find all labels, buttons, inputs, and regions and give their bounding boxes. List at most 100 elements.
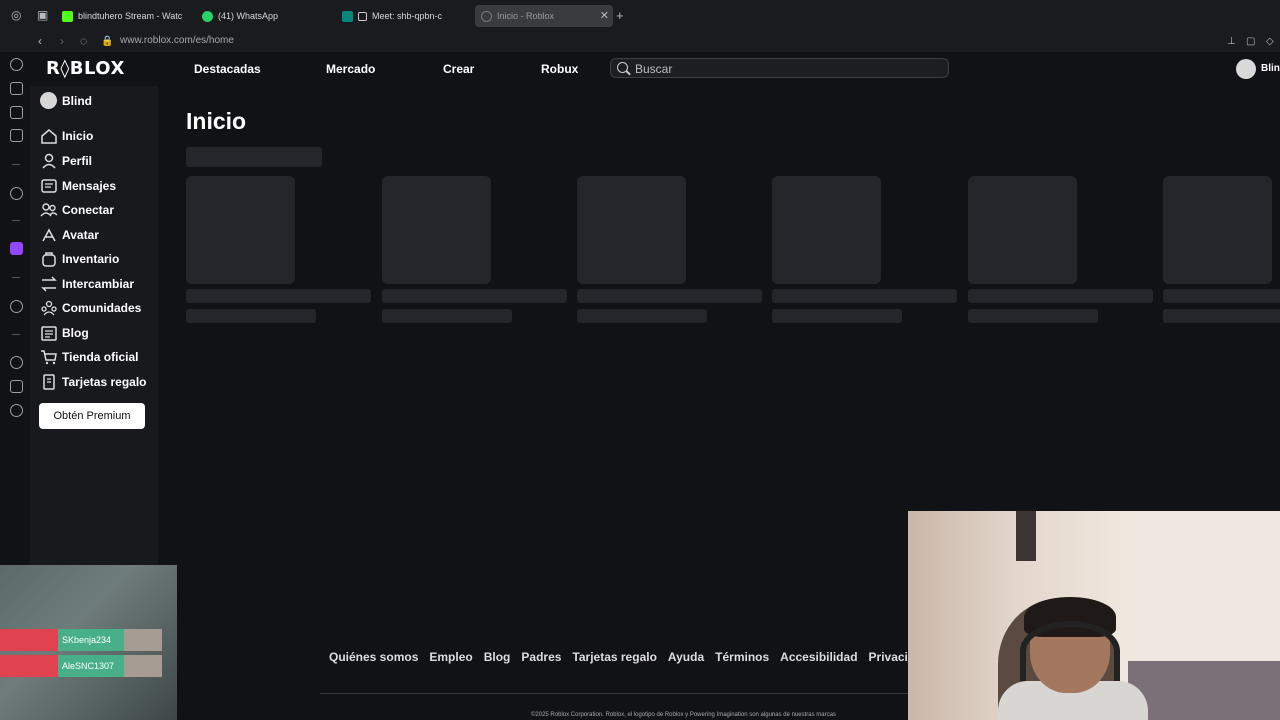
footer-link-terms[interactable]: Términos <box>715 650 769 664</box>
blog-icon <box>41 326 57 341</box>
back-icon[interactable]: ‹ <box>38 34 42 48</box>
footer-link-help[interactable]: Ayuda <box>668 650 704 664</box>
card-title-placeholder <box>577 289 762 303</box>
sidebar-item-label: Blog <box>62 326 89 340</box>
shield-icon[interactable]: ◇ <box>1266 36 1274 47</box>
card-meta-placeholder <box>382 309 512 323</box>
sidebar-item-label: Tarjetas regalo <box>62 375 147 389</box>
twitch-icon[interactable] <box>10 242 23 255</box>
nav-mercado[interactable]: Mercado <box>326 62 375 76</box>
footer-link-blog[interactable]: Blog <box>484 650 511 664</box>
whatsapp-icon <box>202 10 213 22</box>
sidebar-item-intercambiar[interactable]: Intercambiar <box>40 274 134 294</box>
rifle-icon <box>0 655 58 677</box>
tab-label: blindtuhero Stream - Watc <box>78 11 183 21</box>
page-title: Inicio <box>186 108 247 134</box>
nav-robux[interactable]: Robux <box>541 62 578 76</box>
footer-links: Quiénes somos Empleo Blog Padres Tarjeta… <box>329 650 940 664</box>
panel-icon-2[interactable] <box>10 82 23 95</box>
killfeed-row: AleSNC1307 <box>0 655 163 677</box>
panel-divider <box>12 164 20 165</box>
card-title-placeholder <box>968 289 1153 303</box>
messages-icon <box>41 179 57 193</box>
sidebar-item-tienda[interactable]: Tienda oficial <box>40 347 138 367</box>
card-meta-placeholder <box>1163 309 1280 323</box>
settings-icon[interactable] <box>10 404 23 417</box>
tab-roblox-active[interactable]: Inicio - Roblox ✕ <box>475 5 613 27</box>
card-thumbnail-placeholder <box>382 176 491 284</box>
tab-meet[interactable]: Meet: shb-qpbn-c <box>336 5 468 27</box>
sidebar-item-label: Tienda oficial <box>62 350 139 364</box>
play-panel-icon[interactable] <box>10 300 23 313</box>
footer-link-gift-cards[interactable]: Tarjetas regalo <box>572 650 656 664</box>
card-thumbnail-placeholder <box>1163 176 1272 284</box>
card-title-placeholder <box>382 289 567 303</box>
sidebar-item-tarjetas[interactable]: Tarjetas regalo <box>40 372 146 392</box>
section-title-placeholder <box>186 147 322 167</box>
cam-background-frame <box>1016 511 1036 561</box>
sidebar-item-conectar[interactable]: Conectar <box>40 200 114 220</box>
footer-link-accessibility[interactable]: Accesibilidad <box>780 650 857 664</box>
browser-menu-icon[interactable]: ◎ <box>11 8 21 22</box>
loading-icon[interactable]: ◌ <box>80 34 87 48</box>
sidebar-item-avatar[interactable]: Avatar <box>40 225 99 245</box>
nav-crear[interactable]: Crear <box>443 62 474 76</box>
profile-icon <box>42 153 56 169</box>
rifle-icon <box>0 629 58 651</box>
meet-icon <box>342 10 353 22</box>
workspaces-icon[interactable]: ▣ <box>37 8 48 22</box>
headset-icon <box>1020 621 1120 681</box>
panel-divider <box>12 334 20 335</box>
reload-panel-icon[interactable] <box>10 58 23 71</box>
killfeed-player: SKbenja234 <box>58 629 124 651</box>
card-meta-placeholder <box>968 309 1098 323</box>
sidebar-item-inicio[interactable]: Inicio <box>40 126 93 146</box>
avatar[interactable] <box>1236 59 1256 79</box>
user-avatar <box>40 92 57 109</box>
speaker-icon <box>358 11 367 21</box>
search-placeholder: Buscar <box>635 62 673 76</box>
sidebar-item-label: Intercambiar <box>62 277 135 291</box>
panel-icon-3[interactable] <box>10 106 23 119</box>
sidebar-item-perfil[interactable]: Perfil <box>40 151 92 171</box>
nav-destacadas[interactable]: Destacadas <box>194 62 261 76</box>
tab-kick-stream[interactable]: blindtuhero Stream - Watc <box>56 5 188 27</box>
sidebar-item-blog[interactable]: Blog <box>40 323 89 343</box>
footer-link-about[interactable]: Quiénes somos <box>329 650 418 664</box>
url-field[interactable]: www.roblox.com/es/home <box>120 35 234 46</box>
sidebar-item-label: Inventario <box>62 252 120 266</box>
webcam-overlay <box>908 511 1280 720</box>
footer-link-parents[interactable]: Padres <box>521 650 561 664</box>
stream-killfeed-overlay: SKbenja234 AleSNC1307 <box>0 565 177 720</box>
search-input[interactable]: Buscar <box>610 58 949 78</box>
card-title-placeholder <box>186 289 371 303</box>
panel-icon-6[interactable] <box>10 380 23 393</box>
sidebar-item-inventario[interactable]: Inventario <box>40 249 119 269</box>
tab-whatsapp[interactable]: (41) WhatsApp <box>196 5 326 27</box>
communities-icon <box>41 300 57 316</box>
history-icon[interactable] <box>10 356 23 369</box>
card-meta-placeholder <box>577 309 707 323</box>
panel-icon-4[interactable] <box>10 129 23 142</box>
sidebar-item-label: Perfil <box>62 154 93 168</box>
pin-icon[interactable]: ⊥ <box>1227 36 1236 47</box>
footer-link-jobs[interactable]: Empleo <box>429 650 472 664</box>
browser-tab-bar: ◎ ▣ blindtuhero Stream - Watc (41) Whats… <box>0 0 1280 32</box>
sidebar-item-mensajes[interactable]: Mensajes <box>40 176 116 196</box>
get-premium-button[interactable]: Obtén Premium <box>39 403 145 429</box>
panel-icon-5[interactable] <box>10 187 23 200</box>
new-tab-button[interactable]: + <box>616 8 624 23</box>
roblox-header: R◊BLOX Destacadas Mercado Crear Robux Bu… <box>30 52 1280 86</box>
sidebar-user[interactable]: Blind <box>40 92 92 109</box>
header-username[interactable]: Blind <box>1261 63 1280 74</box>
roblox-logo[interactable]: R◊BLOX <box>46 58 125 79</box>
card-title-placeholder <box>1163 289 1280 303</box>
window-icon[interactable]: ▢ <box>1246 36 1255 47</box>
sidebar-item-comunidades[interactable]: Comunidades <box>40 298 141 318</box>
card-meta-placeholder <box>186 309 316 323</box>
tab-label: Inicio - Roblox <box>497 11 555 21</box>
tab-label: (41) WhatsApp <box>218 11 279 21</box>
forward-icon[interactable]: › <box>60 34 64 48</box>
close-tab-icon[interactable]: ✕ <box>600 9 609 22</box>
trade-icon <box>41 276 57 292</box>
